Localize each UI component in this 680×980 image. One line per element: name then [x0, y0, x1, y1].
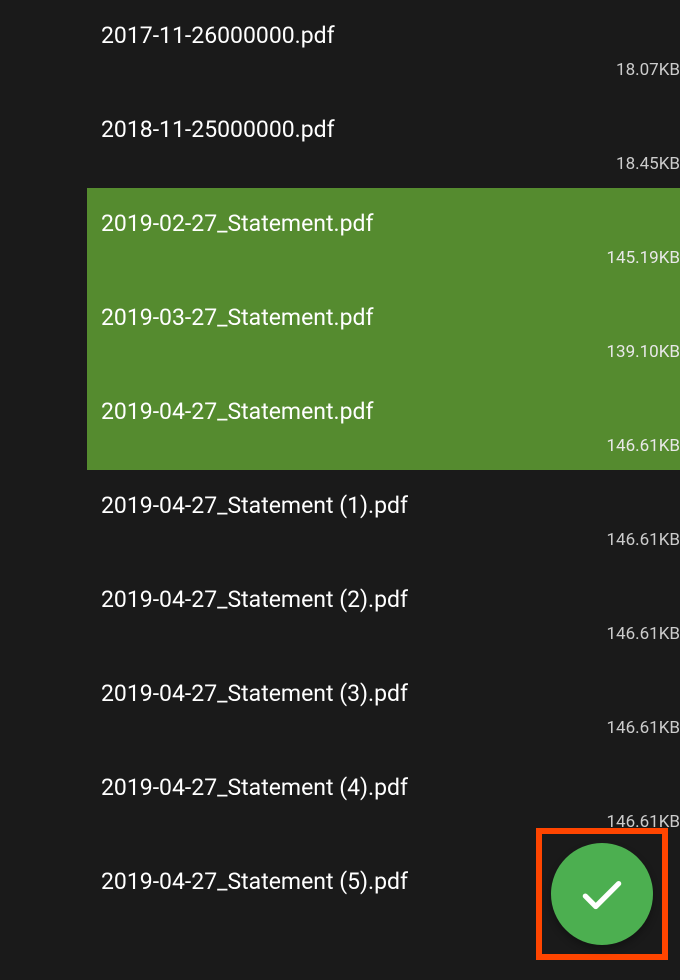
file-size-label: 18.45KB	[616, 154, 680, 174]
file-name-label: 2019-04-27_Statement (4).pdf	[87, 774, 680, 801]
file-list: 2017-11-26000000.pdf 18.07KB 2018-11-250…	[0, 0, 680, 940]
file-name-label: 2018-11-25000000.pdf	[87, 116, 680, 143]
file-item[interactable]: 2019-04-27_Statement.pdf 146.61KB	[87, 376, 680, 470]
file-item[interactable]: 2019-04-27_Statement (2).pdf 146.61KB	[87, 564, 680, 658]
checkmark-icon	[577, 869, 627, 919]
file-item[interactable]: 2017-11-26000000.pdf 18.07KB	[87, 0, 680, 94]
file-size-label: 146.61KB	[606, 624, 680, 644]
file-item[interactable]: 2018-11-25000000.pdf 18.45KB	[87, 94, 680, 188]
file-item[interactable]: 2019-04-27_Statement (3).pdf 146.61KB	[87, 658, 680, 752]
file-name-label: 2019-02-27_Statement.pdf	[87, 210, 680, 237]
confirm-button[interactable]	[551, 843, 653, 945]
file-size-label: 146.61KB	[606, 718, 680, 738]
file-size-label: 18.07KB	[616, 60, 680, 80]
file-size-label: 146.61KB	[606, 436, 680, 456]
file-name-label: 2017-11-26000000.pdf	[87, 22, 680, 49]
file-size-label: 145.19KB	[606, 248, 680, 268]
file-item[interactable]: 2019-02-27_Statement.pdf 145.19KB	[87, 188, 680, 282]
file-size-label: 139.10KB	[606, 342, 680, 362]
file-name-label: 2019-04-27_Statement (3).pdf	[87, 680, 680, 707]
confirm-annotation-highlight	[536, 828, 668, 960]
file-name-label: 2019-04-27_Statement (1).pdf	[87, 492, 680, 519]
file-item[interactable]: 2019-04-27_Statement (1).pdf 146.61KB	[87, 470, 680, 564]
file-item[interactable]: 2019-03-27_Statement.pdf 139.10KB	[87, 282, 680, 376]
file-name-label: 2019-03-27_Statement.pdf	[87, 304, 680, 331]
file-name-label: 2019-04-27_Statement.pdf	[87, 398, 680, 425]
file-name-label: 2019-04-27_Statement (2).pdf	[87, 586, 680, 613]
file-size-label: 146.61KB	[606, 530, 680, 550]
